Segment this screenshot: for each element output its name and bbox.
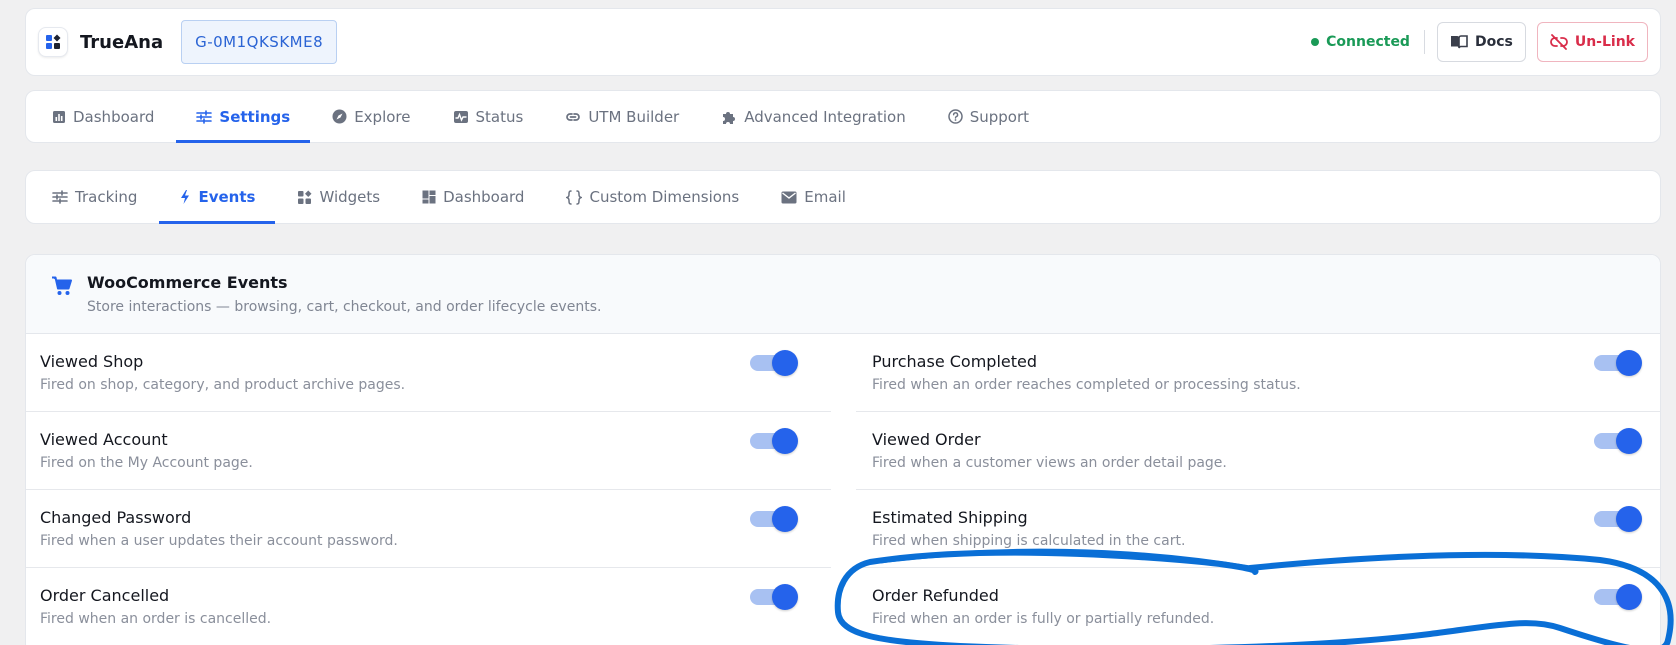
tab-widgets[interactable]: Widgets xyxy=(294,171,383,223)
main-navigation: Dashboard Settings Explore Status UTM Bu… xyxy=(25,90,1661,143)
tab-explore[interactable]: Explore xyxy=(329,91,413,142)
sliders-icon xyxy=(196,109,213,124)
dashboard-grid-icon xyxy=(422,190,436,204)
connection-status-label: Connected xyxy=(1326,34,1410,50)
status-dot-icon xyxy=(1311,38,1320,46)
brand-name: TrueAna xyxy=(80,31,164,53)
event-description: Fired when a user updates their account … xyxy=(40,533,398,549)
event-description: Fired on the My Account page. xyxy=(40,455,253,471)
settings-sub-navigation: Tracking Events Widgets Dashboard Custom… xyxy=(25,170,1661,224)
book-icon xyxy=(1450,35,1468,49)
braces-icon xyxy=(566,189,583,205)
event-title: Estimated Shipping xyxy=(872,508,1028,527)
tab-explore-label: Explore xyxy=(354,107,411,126)
events-panel-description: Store interactions — browsing, cart, che… xyxy=(87,299,602,315)
unlink-icon xyxy=(1549,34,1568,50)
puzzle-icon xyxy=(723,111,736,124)
tab-email[interactable]: Email xyxy=(778,171,849,223)
pulse-icon xyxy=(453,110,468,123)
event-row-purchase-completed: Purchase Completed Fired when an order r… xyxy=(856,334,1660,412)
viewed-order-toggle[interactable] xyxy=(1594,427,1642,455)
cart-icon xyxy=(52,276,72,295)
tab-support[interactable]: Support xyxy=(945,91,1032,142)
docs-button[interactable]: Docs xyxy=(1436,22,1526,62)
compass-icon xyxy=(332,109,347,124)
event-row-estimated-shipping: Estimated Shipping Fired when shipping i… xyxy=(856,490,1660,568)
purchase-completed-toggle[interactable] xyxy=(1594,349,1642,377)
tab-utm-builder[interactable]: UTM Builder xyxy=(562,91,682,142)
tab-advanced-integration[interactable]: Advanced Integration xyxy=(718,91,909,142)
event-description: Fired when an order reaches completed or… xyxy=(872,377,1301,393)
event-description: Fired when an order is cancelled. xyxy=(40,611,272,627)
tab-widgets-label: Widgets xyxy=(319,188,381,206)
event-title: Purchase Completed xyxy=(872,352,1038,371)
help-circle-icon xyxy=(947,109,963,124)
tab-events-label: Events xyxy=(198,188,256,206)
tab-custom-dimensions[interactable]: Custom Dimensions xyxy=(563,171,742,223)
tab-settings[interactable]: Settings xyxy=(176,91,310,143)
tab-status-label: Status xyxy=(475,107,524,126)
tab-dashboard-settings[interactable]: Dashboard xyxy=(419,171,527,223)
docs-button-label: Docs xyxy=(1474,34,1513,50)
event-description: Fired when a customer views an order det… xyxy=(872,455,1227,471)
event-title: Order Cancelled xyxy=(40,586,170,605)
connection-status: Connected xyxy=(1311,34,1410,50)
viewed-shop-toggle[interactable] xyxy=(750,349,798,377)
event-row-viewed-account: Viewed Account Fired on the My Account p… xyxy=(26,412,831,490)
tab-support-label: Support xyxy=(969,107,1030,126)
tab-settings-label: Settings xyxy=(219,107,291,126)
tab-email-label: Email xyxy=(804,188,846,206)
event-row-changed-password: Changed Password Fired when a user updat… xyxy=(26,490,831,568)
tab-status[interactable]: Status xyxy=(450,91,527,142)
event-title: Changed Password xyxy=(40,508,192,527)
event-row-viewed-shop: Viewed Shop Fired on shop, category, and… xyxy=(26,334,831,412)
header-divider xyxy=(1423,30,1425,54)
event-title: Viewed Account xyxy=(40,430,168,449)
app-header: TrueAna G-0M1QKSKME8 Connected Docs Un-L… xyxy=(25,8,1661,76)
bar-chart-icon xyxy=(53,110,65,123)
event-title: Viewed Order xyxy=(872,430,981,449)
order-cancelled-toggle[interactable] xyxy=(750,583,798,611)
unlink-button[interactable]: Un-Link xyxy=(1536,22,1648,62)
tab-advanced-integration-label: Advanced Integration xyxy=(744,107,906,126)
sliders-icon xyxy=(52,190,68,204)
unlink-button-label: Un-Link xyxy=(1574,34,1635,50)
viewed-account-toggle[interactable] xyxy=(750,427,798,455)
events-panel-header: WooCommerce Events Store interactions — … xyxy=(26,255,1660,334)
widgets-icon xyxy=(298,190,312,204)
tab-custom-dimensions-label: Custom Dimensions xyxy=(589,188,740,206)
link-icon xyxy=(566,112,581,121)
events-panel-title: WooCommerce Events xyxy=(87,273,288,292)
tab-events[interactable]: Events xyxy=(159,171,276,224)
tab-dashboard-settings-label: Dashboard xyxy=(443,188,525,206)
tab-dashboard-label: Dashboard xyxy=(73,107,155,126)
event-row-order-cancelled: Order Cancelled Fired when an order is c… xyxy=(26,568,831,645)
event-description: Fired on shop, category, and product arc… xyxy=(40,377,406,393)
woocommerce-events-panel: WooCommerce Events Store interactions — … xyxy=(25,254,1661,645)
app-logo-icon xyxy=(38,27,68,57)
mail-icon xyxy=(781,191,797,203)
tab-dashboard[interactable]: Dashboard xyxy=(49,91,157,142)
tab-utm-builder-label: UTM Builder xyxy=(588,107,680,126)
order-refunded-toggle[interactable] xyxy=(1594,583,1642,611)
event-title: Order Refunded xyxy=(872,586,999,605)
event-description: Fired when shipping is calculated in the… xyxy=(872,533,1186,549)
bolt-icon xyxy=(181,190,190,204)
event-row-order-refunded: Order Refunded Fired when an order is fu… xyxy=(856,568,1660,645)
event-title: Viewed Shop xyxy=(40,352,144,371)
measurement-id-badge[interactable]: G-0M1QKSKME8 xyxy=(181,20,338,64)
tab-tracking-label: Tracking xyxy=(75,188,138,206)
event-description: Fired when an order is fully or partiall… xyxy=(872,611,1215,627)
estimated-shipping-toggle[interactable] xyxy=(1594,505,1642,533)
tab-tracking[interactable]: Tracking xyxy=(49,171,140,223)
event-row-viewed-order: Viewed Order Fired when a customer views… xyxy=(856,412,1660,490)
changed-password-toggle[interactable] xyxy=(750,505,798,533)
